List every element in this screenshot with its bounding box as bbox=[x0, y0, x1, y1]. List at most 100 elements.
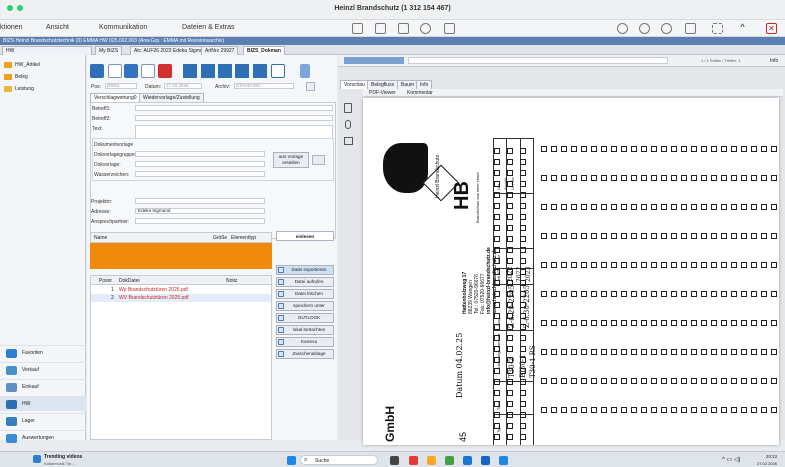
datei-importieren-button[interactable]: Datei importieren bbox=[276, 265, 334, 275]
pos-field[interactable]: 00004 bbox=[105, 83, 137, 89]
tab-wiedervorlage[interactable]: Wiedervorlage/Zustellung bbox=[139, 93, 204, 102]
toolbar-icon-4[interactable] bbox=[420, 23, 431, 34]
nav-item-leistung[interactable]: Leistung bbox=[4, 86, 34, 92]
form-checkbox bbox=[771, 407, 777, 413]
nav-auswertungen[interactable]: Auswertungen bbox=[0, 430, 86, 445]
datum-field[interactable]: 17.02.2025 bbox=[164, 83, 202, 89]
projektnr-field[interactable] bbox=[135, 198, 265, 204]
adresse-field[interactable]: Edeka Sigmund bbox=[135, 208, 265, 214]
taskview-icon[interactable] bbox=[390, 456, 399, 465]
tab-pdf-viewer[interactable]: PDF-Viewer bbox=[369, 90, 396, 96]
drop-zone[interactable] bbox=[90, 243, 272, 269]
form-checkbox bbox=[751, 378, 757, 384]
tab-belegfluss[interactable]: Belegfluss bbox=[367, 80, 399, 89]
tab-verschlagwortung[interactable]: Verschlagwortung0 bbox=[90, 93, 141, 102]
exit-icon[interactable] bbox=[271, 64, 285, 78]
table-row[interactable]: 2 WV Brandschutztüren 2025.pdf bbox=[91, 294, 271, 302]
einlesen-button[interactable]: einlesen bbox=[276, 231, 334, 241]
nav-lager[interactable]: Lager bbox=[0, 413, 86, 428]
toolbar-icon-2[interactable] bbox=[375, 23, 386, 34]
table-row[interactable]: 1 Wp Brandschutztüren 2025.pdf bbox=[91, 286, 271, 294]
nav-einkauf[interactable]: Einkauf bbox=[0, 379, 86, 394]
fullscreen-icon[interactable] bbox=[712, 23, 723, 34]
dokvorlagegruppe-select[interactable] bbox=[135, 151, 265, 157]
nav-favoriten[interactable]: Favoriten bbox=[0, 345, 86, 360]
windows-start-icon[interactable] bbox=[287, 456, 296, 465]
archiv-lookup-button[interactable] bbox=[306, 82, 315, 91]
user-icon[interactable] bbox=[617, 23, 628, 34]
prev-record-icon[interactable] bbox=[201, 64, 215, 78]
format-icons[interactable] bbox=[344, 57, 404, 64]
nav-label: Favoriten bbox=[22, 350, 43, 356]
toolbar-icon-3[interactable] bbox=[398, 23, 409, 34]
tab-my-bizs[interactable]: My BIZS bbox=[95, 46, 123, 55]
form-checkbox bbox=[601, 407, 607, 413]
app-icon-3[interactable] bbox=[481, 456, 490, 465]
tab-kommentar[interactable]: Kommentar bbox=[407, 90, 433, 96]
menu-kommunikation[interactable]: Kommunikation bbox=[99, 24, 147, 31]
paperclip-icon[interactable] bbox=[345, 120, 351, 129]
copy-icon[interactable] bbox=[344, 103, 352, 113]
tab-auf26[interactable]: Alc: AUF26 2022 Edeka Sigmund bbox=[130, 46, 213, 55]
app-icon-2[interactable] bbox=[445, 456, 454, 465]
first-record-icon[interactable] bbox=[183, 64, 197, 78]
datei-loeschen-button[interactable]: Datei löschen bbox=[276, 289, 334, 299]
aus-vorlage-erstellen-button[interactable]: aus Vorlage erstellen bbox=[273, 152, 309, 168]
explorer-icon[interactable] bbox=[427, 456, 436, 465]
copy-icon[interactable] bbox=[141, 64, 155, 78]
up-icon[interactable] bbox=[218, 64, 232, 78]
save-icon[interactable] bbox=[124, 64, 138, 78]
nav-verkauf[interactable]: Verkauf bbox=[0, 362, 86, 377]
toolbar-icon-1[interactable] bbox=[352, 23, 363, 34]
text-field[interactable] bbox=[135, 125, 333, 139]
tab-baum[interactable]: Baum bbox=[397, 80, 419, 89]
form-checkbox bbox=[651, 262, 657, 268]
phone-icon[interactable] bbox=[661, 23, 672, 34]
tab-info[interactable]: Info bbox=[416, 80, 433, 89]
lokal-betrachten-button[interactable]: lokal betrachten bbox=[276, 325, 334, 335]
toolbar-icon-5[interactable] bbox=[444, 23, 455, 34]
news-title[interactable]: Trending videos bbox=[44, 454, 82, 460]
menu-dateien-extras[interactable]: Dateien & Extras bbox=[182, 24, 235, 31]
tray-icons[interactable]: ^ ▭ ◁) bbox=[722, 456, 740, 463]
nav-item-beleg[interactable]: Beleg bbox=[4, 74, 28, 80]
tab-hw[interactable]: HW bbox=[2, 46, 92, 55]
kamera-button[interactable]: Kamera bbox=[276, 337, 334, 347]
vorlage-edit-button[interactable] bbox=[312, 155, 325, 165]
outlook-button[interactable]: OUTLOOK bbox=[276, 313, 334, 323]
betreff2-field[interactable] bbox=[135, 115, 333, 121]
nav-hw[interactable]: HW bbox=[0, 396, 86, 411]
datei-aufrufen-button[interactable]: Datei aufrufen bbox=[276, 277, 334, 287]
taskbar-search[interactable]: ⌕ Suche bbox=[300, 455, 378, 465]
edge-icon[interactable] bbox=[463, 456, 472, 465]
ansprechpartner-field[interactable] bbox=[135, 218, 265, 224]
menu-ansicht[interactable]: Ansicht bbox=[46, 24, 69, 31]
binoculars-icon[interactable] bbox=[90, 64, 104, 78]
app-icon-1[interactable] bbox=[409, 456, 418, 465]
dokvorlage-select[interactable] bbox=[135, 161, 265, 167]
chevron-up-icon[interactable]: ^ bbox=[737, 23, 748, 34]
archiv-select[interactable]: STANDARD bbox=[234, 83, 294, 89]
next-record-icon[interactable] bbox=[235, 64, 249, 78]
betreff1-field[interactable] bbox=[135, 105, 333, 111]
chat-icon[interactable] bbox=[639, 23, 650, 34]
tab-vorschau[interactable]: Vorschau bbox=[340, 80, 369, 89]
wasserzeichen-select[interactable] bbox=[135, 171, 265, 177]
news-icon[interactable] bbox=[33, 455, 41, 463]
new-document-icon[interactable] bbox=[108, 64, 122, 78]
info-button[interactable]: Info bbox=[770, 58, 778, 64]
tab-bizs-dokman[interactable]: BIZS_Dokman bbox=[243, 46, 285, 55]
delete-icon[interactable] bbox=[158, 64, 172, 78]
list-icon[interactable] bbox=[300, 64, 310, 78]
comment-icon[interactable] bbox=[344, 137, 353, 145]
zwischenablage-button[interactable]: Zwischenablage bbox=[276, 349, 334, 359]
close-icon[interactable]: ✕ bbox=[766, 23, 777, 34]
app-icon-4[interactable] bbox=[499, 456, 508, 465]
tab-artnrz[interactable]: ArtNrz 29927 bbox=[201, 46, 239, 55]
speichern-unter-button[interactable]: speichern unter bbox=[276, 301, 334, 311]
last-record-icon[interactable] bbox=[253, 64, 267, 78]
menu-aktionen[interactable]: ktionen bbox=[0, 24, 23, 31]
nav-item-hw-artikel[interactable]: HW_Artikel bbox=[4, 62, 40, 68]
mail-icon[interactable] bbox=[685, 23, 696, 34]
viewer-search-field[interactable] bbox=[408, 57, 668, 64]
